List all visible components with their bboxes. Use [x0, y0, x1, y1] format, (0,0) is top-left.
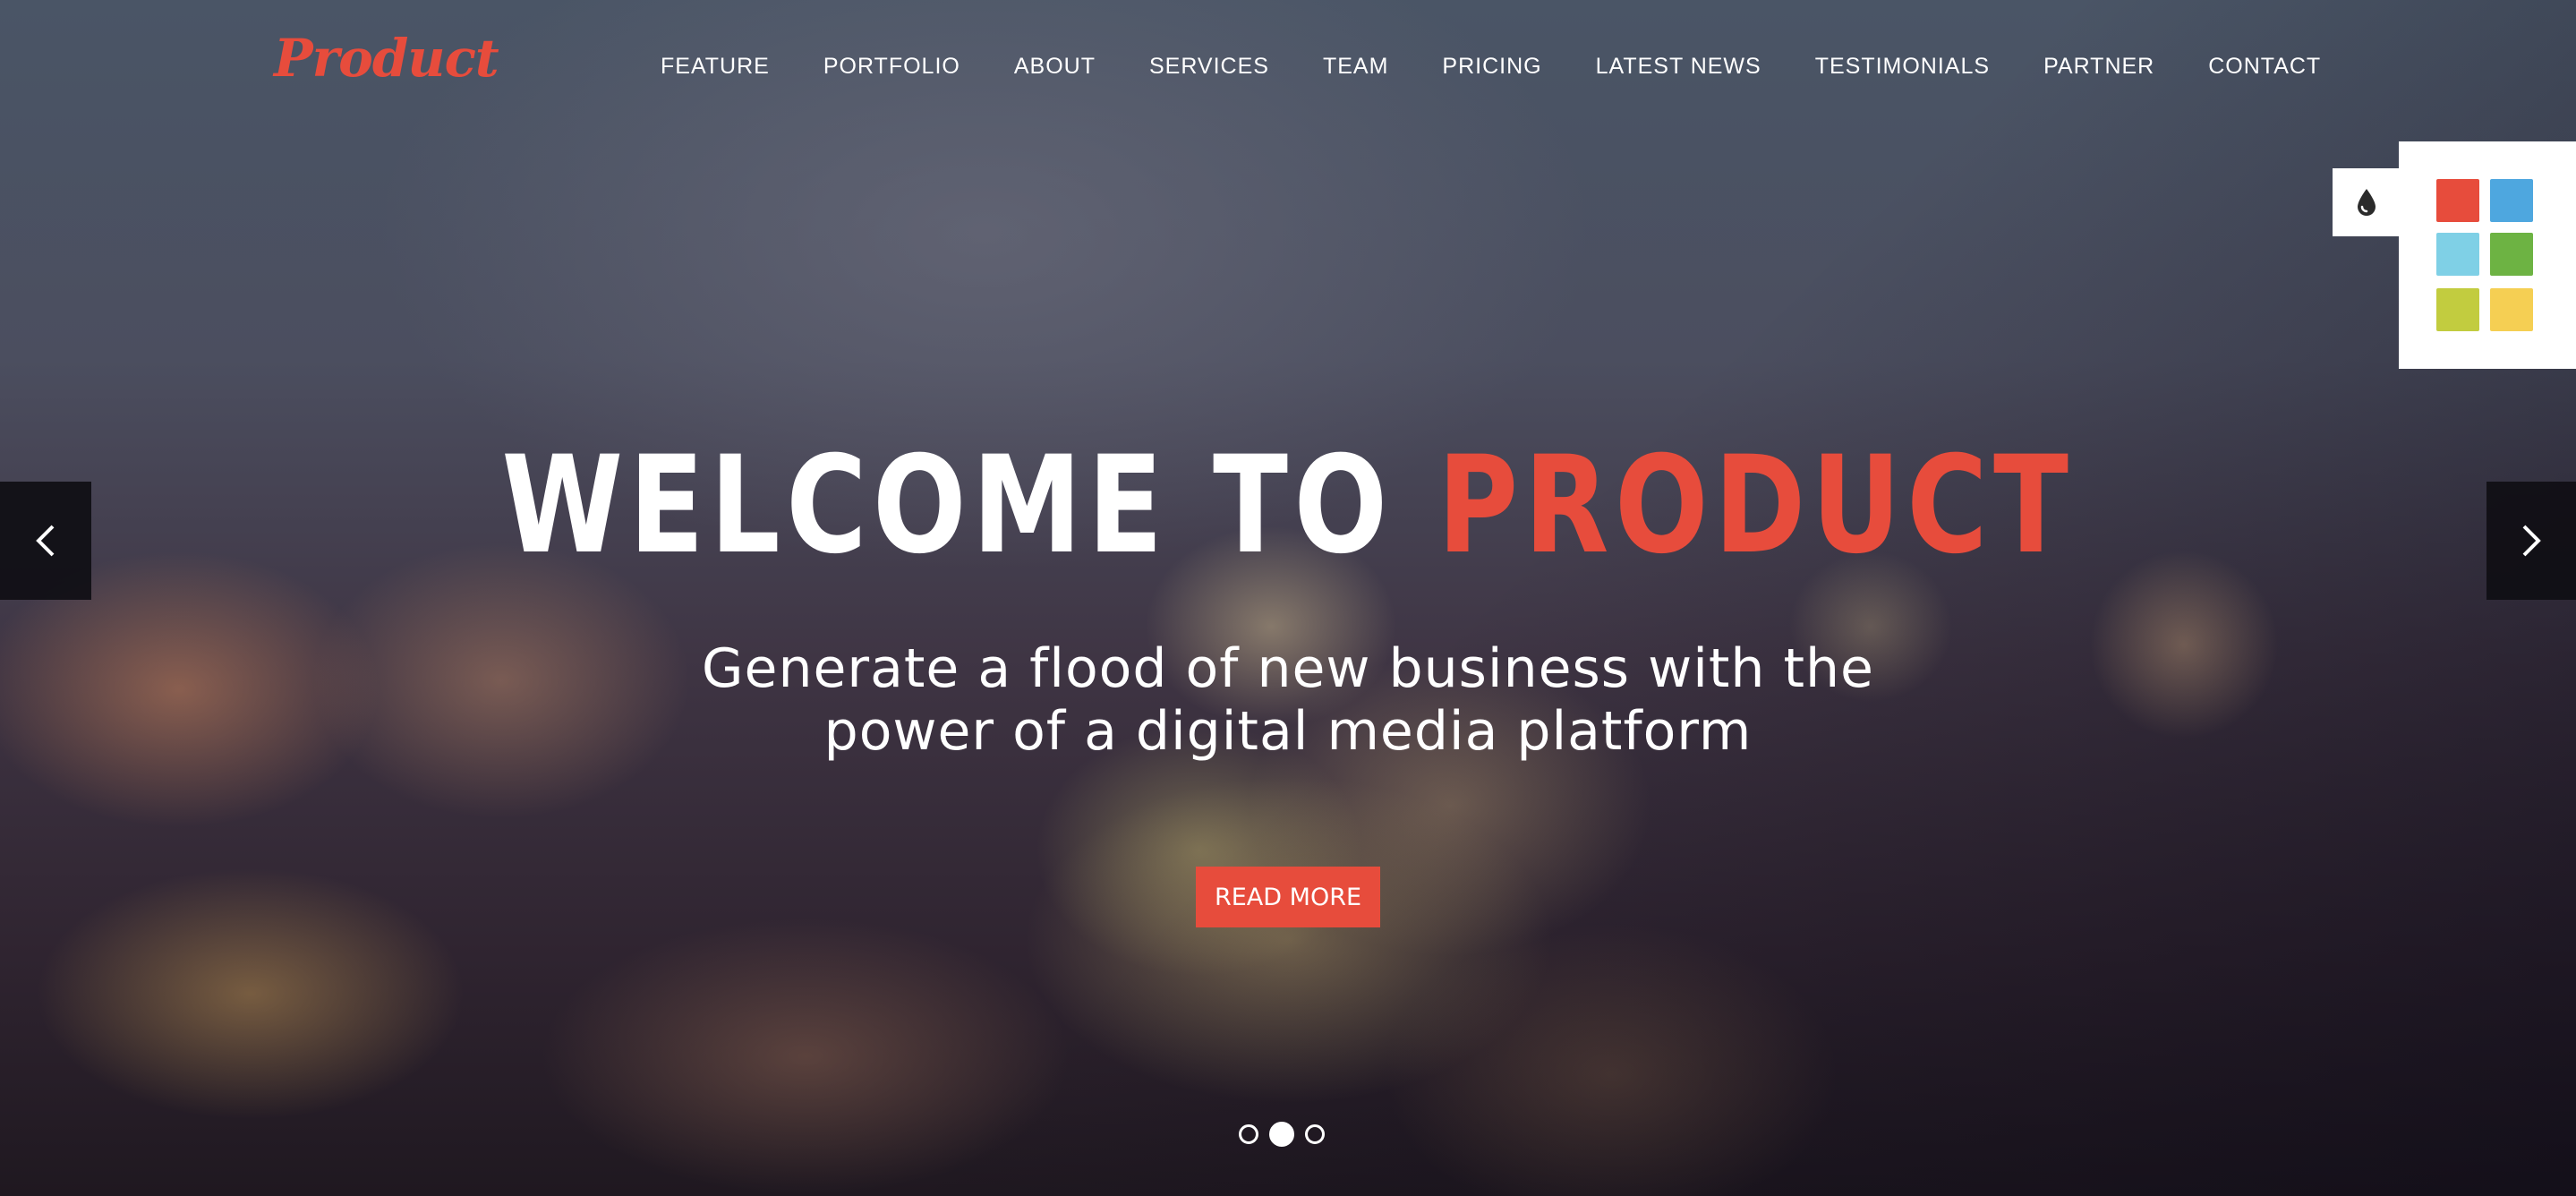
- hero-title-highlight: PRODUCT: [1437, 428, 2075, 584]
- main-nav: FEATURE PORTFOLIO ABOUT SERVICES TEAM PR…: [661, 54, 2321, 80]
- slider-next-button[interactable]: [2486, 482, 2576, 600]
- swatch-green[interactable]: [2490, 233, 2533, 276]
- nav-item-about[interactable]: ABOUT: [1014, 54, 1096, 80]
- hero-vignette: [0, 0, 2576, 1196]
- nav-item-contact[interactable]: CONTACT: [2208, 54, 2321, 80]
- nav-item-team[interactable]: TEAM: [1323, 54, 1388, 80]
- nav-item-latest-news[interactable]: LATEST NEWS: [1596, 54, 1761, 80]
- logo[interactable]: Product: [274, 32, 499, 84]
- swatch-yellow[interactable]: [2490, 288, 2533, 331]
- nav-item-partner[interactable]: PARTNER: [2043, 54, 2154, 80]
- hero-subtitle-line-2: power of a digital media platform: [823, 700, 1753, 763]
- swatch-red[interactable]: [2436, 179, 2479, 222]
- hero-title: WELCOME TO PRODUCT: [232, 430, 2344, 582]
- nav-item-pricing[interactable]: PRICING: [1442, 54, 1541, 80]
- nav-item-services[interactable]: SERVICES: [1149, 54, 1269, 80]
- slider-dot-3[interactable]: [1305, 1124, 1325, 1144]
- nav-item-portfolio[interactable]: PORTFOLIO: [823, 54, 960, 80]
- color-switcher-panel: [2399, 141, 2576, 369]
- hero-title-prefix: WELCOME TO: [501, 428, 1394, 584]
- droplet-icon: [2358, 189, 2376, 216]
- nav-item-testimonials[interactable]: TESTIMONIALS: [1815, 54, 1990, 80]
- slider-prev-button[interactable]: [0, 482, 91, 600]
- slider-dot-2[interactable]: [1269, 1122, 1294, 1147]
- swatch-lime[interactable]: [2436, 288, 2479, 331]
- nav-item-feature[interactable]: FEATURE: [661, 54, 770, 80]
- swatch-light-blue[interactable]: [2436, 233, 2479, 276]
- slider-pagination: [1239, 1122, 1325, 1147]
- chevron-right-icon: [2522, 525, 2541, 557]
- chevron-left-icon: [36, 525, 55, 557]
- swatch-blue[interactable]: [2490, 179, 2533, 222]
- hero-subtitle: Generate a flood of new business with th…: [0, 637, 2576, 763]
- color-switcher-toggle[interactable]: [2333, 168, 2401, 236]
- hero-subtitle-line-1: Generate a flood of new business with th…: [702, 637, 1874, 700]
- slider-dot-1[interactable]: [1239, 1124, 1258, 1144]
- read-more-button[interactable]: READ MORE: [1196, 867, 1380, 927]
